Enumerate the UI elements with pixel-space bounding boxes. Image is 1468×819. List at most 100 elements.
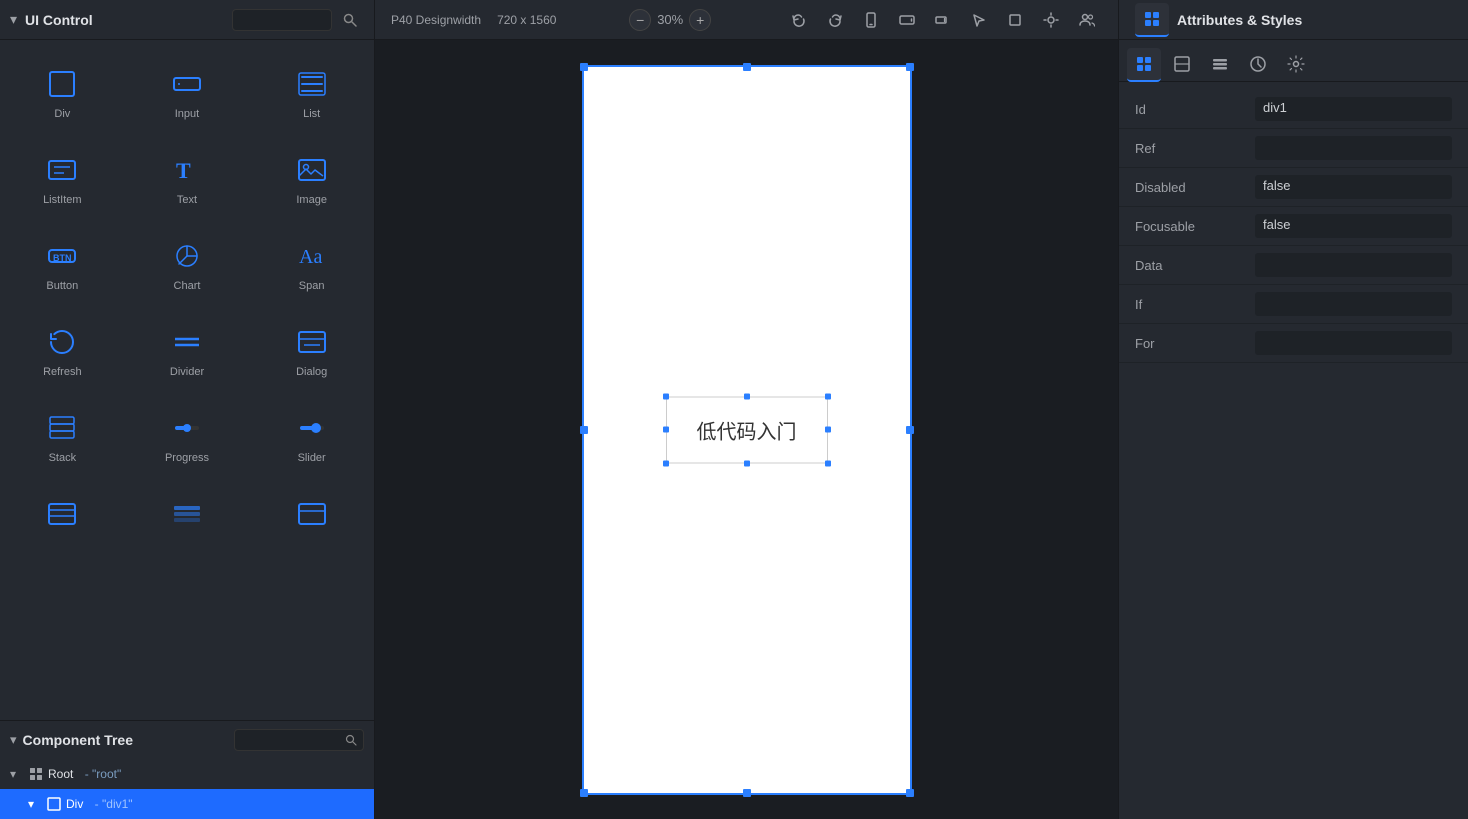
stack-icon: [44, 410, 80, 446]
properties-tab-icon[interactable]: [1135, 3, 1169, 37]
tab-events[interactable]: [1241, 48, 1275, 82]
phone-portrait-button[interactable]: [856, 5, 886, 35]
extra1-icon: [44, 496, 80, 532]
list-label: List: [303, 108, 320, 120]
canvas-area[interactable]: 低代码入门: [375, 40, 1118, 819]
prop-row-disabled: Disabled false: [1119, 168, 1468, 207]
zoom-controls: − 30% +: [629, 9, 711, 31]
component-extra2[interactable]: [127, 482, 248, 552]
component-listitem[interactable]: ListItem: [2, 138, 123, 220]
redo-button[interactable]: [820, 5, 850, 35]
div1-handle-mr[interactable]: [825, 427, 831, 433]
slider-icon: [294, 410, 330, 446]
handle-tl[interactable]: [580, 63, 588, 71]
phone-content[interactable]: 低代码入门: [582, 65, 912, 795]
div1-handle-tl[interactable]: [663, 393, 669, 399]
div-icon: [44, 66, 80, 102]
component-extra3[interactable]: [251, 482, 372, 552]
chart-icon: [169, 238, 205, 274]
div1-handle-br[interactable]: [825, 460, 831, 466]
handle-bl[interactable]: [580, 789, 588, 797]
root-node-icon: [28, 766, 44, 782]
component-dialog[interactable]: Dialog: [251, 310, 372, 392]
svg-text:T: T: [176, 158, 191, 183]
div1-content[interactable]: 低代码入门: [666, 396, 828, 463]
phone-frame: 低代码入门: [582, 65, 912, 795]
frame-button[interactable]: [1000, 5, 1030, 35]
multi-user-button[interactable]: [1072, 5, 1102, 35]
prop-label-id: Id: [1135, 102, 1255, 117]
component-chart[interactable]: Chart: [127, 224, 248, 306]
list-icon: [294, 66, 330, 102]
prop-value-disabled[interactable]: false: [1255, 175, 1452, 199]
component-button[interactable]: BTN Button: [2, 224, 123, 306]
prop-value-id[interactable]: div1: [1255, 97, 1452, 121]
tab-properties[interactable]: [1127, 48, 1161, 82]
prop-value-data[interactable]: [1255, 253, 1452, 277]
div1-node-name: Div: [66, 797, 83, 811]
component-slider[interactable]: Slider: [251, 396, 372, 478]
chart-label: Chart: [174, 280, 201, 292]
component-search-button[interactable]: [336, 6, 364, 34]
tablet-landscape-button[interactable]: [892, 5, 922, 35]
stack-label: Stack: [49, 452, 77, 464]
component-div[interactable]: Div: [2, 52, 123, 134]
top-bar: ▾ UI Control P40 Designwidth 720 x 1560 …: [0, 0, 1468, 40]
div1-handle-ml[interactable]: [663, 427, 669, 433]
tab-layout[interactable]: [1165, 48, 1199, 82]
component-text[interactable]: T Text: [127, 138, 248, 220]
prop-value-focusable[interactable]: false: [1255, 214, 1452, 238]
prop-value-if[interactable]: [1255, 292, 1452, 316]
tree-search-box[interactable]: [234, 729, 364, 751]
div1-handle-bl[interactable]: [663, 460, 669, 466]
handle-tc[interactable]: [743, 63, 751, 71]
div-label: Div: [54, 108, 70, 120]
component-list[interactable]: List: [251, 52, 372, 134]
component-divider[interactable]: Divider: [127, 310, 248, 392]
component-search-input[interactable]: [239, 13, 319, 27]
tab-style[interactable]: [1203, 48, 1237, 82]
extra3-icon: [294, 496, 330, 532]
component-stack[interactable]: Stack: [2, 396, 123, 478]
phone-landscape-button[interactable]: [928, 5, 958, 35]
handle-br[interactable]: [906, 789, 914, 797]
input-label: Input: [175, 108, 199, 120]
zoom-out-button[interactable]: −: [629, 9, 651, 31]
tree-search-input[interactable]: [241, 733, 345, 747]
prop-row-focusable: Focusable false: [1119, 207, 1468, 246]
handle-mr[interactable]: [906, 426, 914, 434]
div1-handle-tc[interactable]: [744, 393, 750, 399]
component-refresh[interactable]: Refresh: [2, 310, 123, 392]
prop-value-for[interactable]: [1255, 331, 1452, 355]
select-tool-button[interactable]: [964, 5, 994, 35]
extra2-icon: [169, 496, 205, 532]
tree-node-div1[interactable]: ▾ Div - "div1": [0, 789, 374, 819]
handle-ml[interactable]: [580, 426, 588, 434]
prop-row-if: If: [1119, 285, 1468, 324]
attributes-title: Attributes & Styles: [1177, 12, 1302, 28]
component-row-6: [0, 480, 374, 554]
prop-value-ref[interactable]: [1255, 136, 1452, 160]
div1-handle-bc[interactable]: [744, 460, 750, 466]
undo-button[interactable]: [784, 5, 814, 35]
component-span[interactable]: Aa Span: [251, 224, 372, 306]
zoom-in-button[interactable]: +: [689, 9, 711, 31]
tree-node-root[interactable]: ▾ Root - "root": [0, 759, 374, 789]
component-extra1[interactable]: [2, 482, 123, 552]
image-label: Image: [296, 194, 327, 206]
component-progress[interactable]: Progress: [127, 396, 248, 478]
light-mode-button[interactable]: [1036, 5, 1066, 35]
component-image[interactable]: Image: [251, 138, 372, 220]
tab-settings[interactable]: [1279, 48, 1313, 82]
top-bar-center: P40 Designwidth 720 x 1560 − 30% +: [375, 0, 1118, 39]
component-input[interactable]: Input: [127, 52, 248, 134]
button-icon: BTN: [44, 238, 80, 274]
handle-tr[interactable]: [906, 63, 914, 71]
divider-icon: [169, 324, 205, 360]
component-row-1: Div Input List: [0, 50, 374, 136]
div1-handle-tr[interactable]: [825, 393, 831, 399]
svg-text:BTN: BTN: [53, 253, 72, 263]
left-panel: Div Input List: [0, 40, 375, 819]
handle-bc[interactable]: [743, 789, 751, 797]
span-icon: Aa: [294, 238, 330, 274]
